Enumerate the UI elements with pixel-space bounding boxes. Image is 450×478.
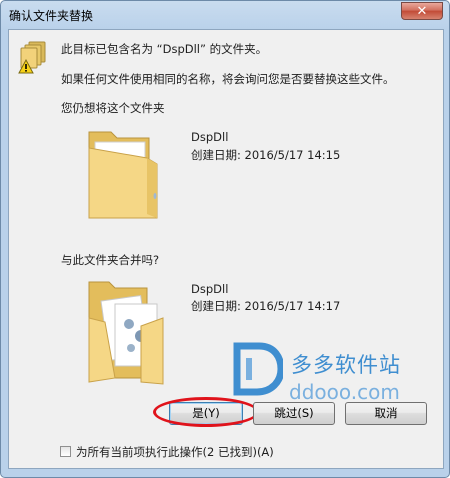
message-line-1: 此目标已包含名为 “DspDll” 的文件夹。 bbox=[61, 42, 268, 56]
existing-folder-created: 创建日期: 2016/5/17 14:15 bbox=[191, 148, 341, 162]
new-folder-name: DspDll bbox=[191, 282, 229, 296]
confirm-folder-replace-dialog: 确认文件夹替换 ✕ 此目标已包含名为 “DspDll” 的文件夹。 如果任何文件… bbox=[0, 0, 450, 478]
watermark-url: ddooo.com bbox=[289, 380, 400, 404]
open-folder-icon bbox=[88, 131, 158, 219]
watermark-brand: 多多软件站 bbox=[291, 353, 401, 377]
highlight-ring bbox=[153, 397, 259, 427]
folder-with-documents-icon bbox=[88, 281, 164, 385]
skip-button[interactable]: 跳过(S) bbox=[253, 402, 335, 425]
message-line-2: 如果任何文件使用相同的名称，将会询问您是否要替换这些文件。 bbox=[61, 72, 395, 86]
warning-folders-icon bbox=[18, 41, 46, 74]
dialog-content: 此目标已包含名为 “DspDll” 的文件夹。 如果任何文件使用相同的名称，将会… bbox=[8, 29, 444, 469]
close-button[interactable]: ✕ bbox=[401, 2, 443, 20]
existing-folder-name: DspDll bbox=[191, 130, 229, 144]
question-text: 您仍想将这个文件夹 bbox=[61, 101, 165, 115]
merge-prompt: 与此文件夹合并吗? bbox=[61, 253, 160, 267]
apply-all-label[interactable]: 为所有当前项执行此操作(2 已找到)(A) bbox=[76, 444, 274, 460]
watermark-logo-icon bbox=[233, 342, 283, 396]
new-folder-created: 创建日期: 2016/5/17 14:17 bbox=[191, 299, 341, 313]
apply-all-checkbox[interactable] bbox=[60, 446, 71, 457]
title-bar[interactable]: 确认文件夹替换 ✕ bbox=[1, 1, 449, 29]
cancel-button[interactable]: 取消 bbox=[345, 402, 427, 425]
window-title: 确认文件夹替换 bbox=[9, 9, 94, 23]
